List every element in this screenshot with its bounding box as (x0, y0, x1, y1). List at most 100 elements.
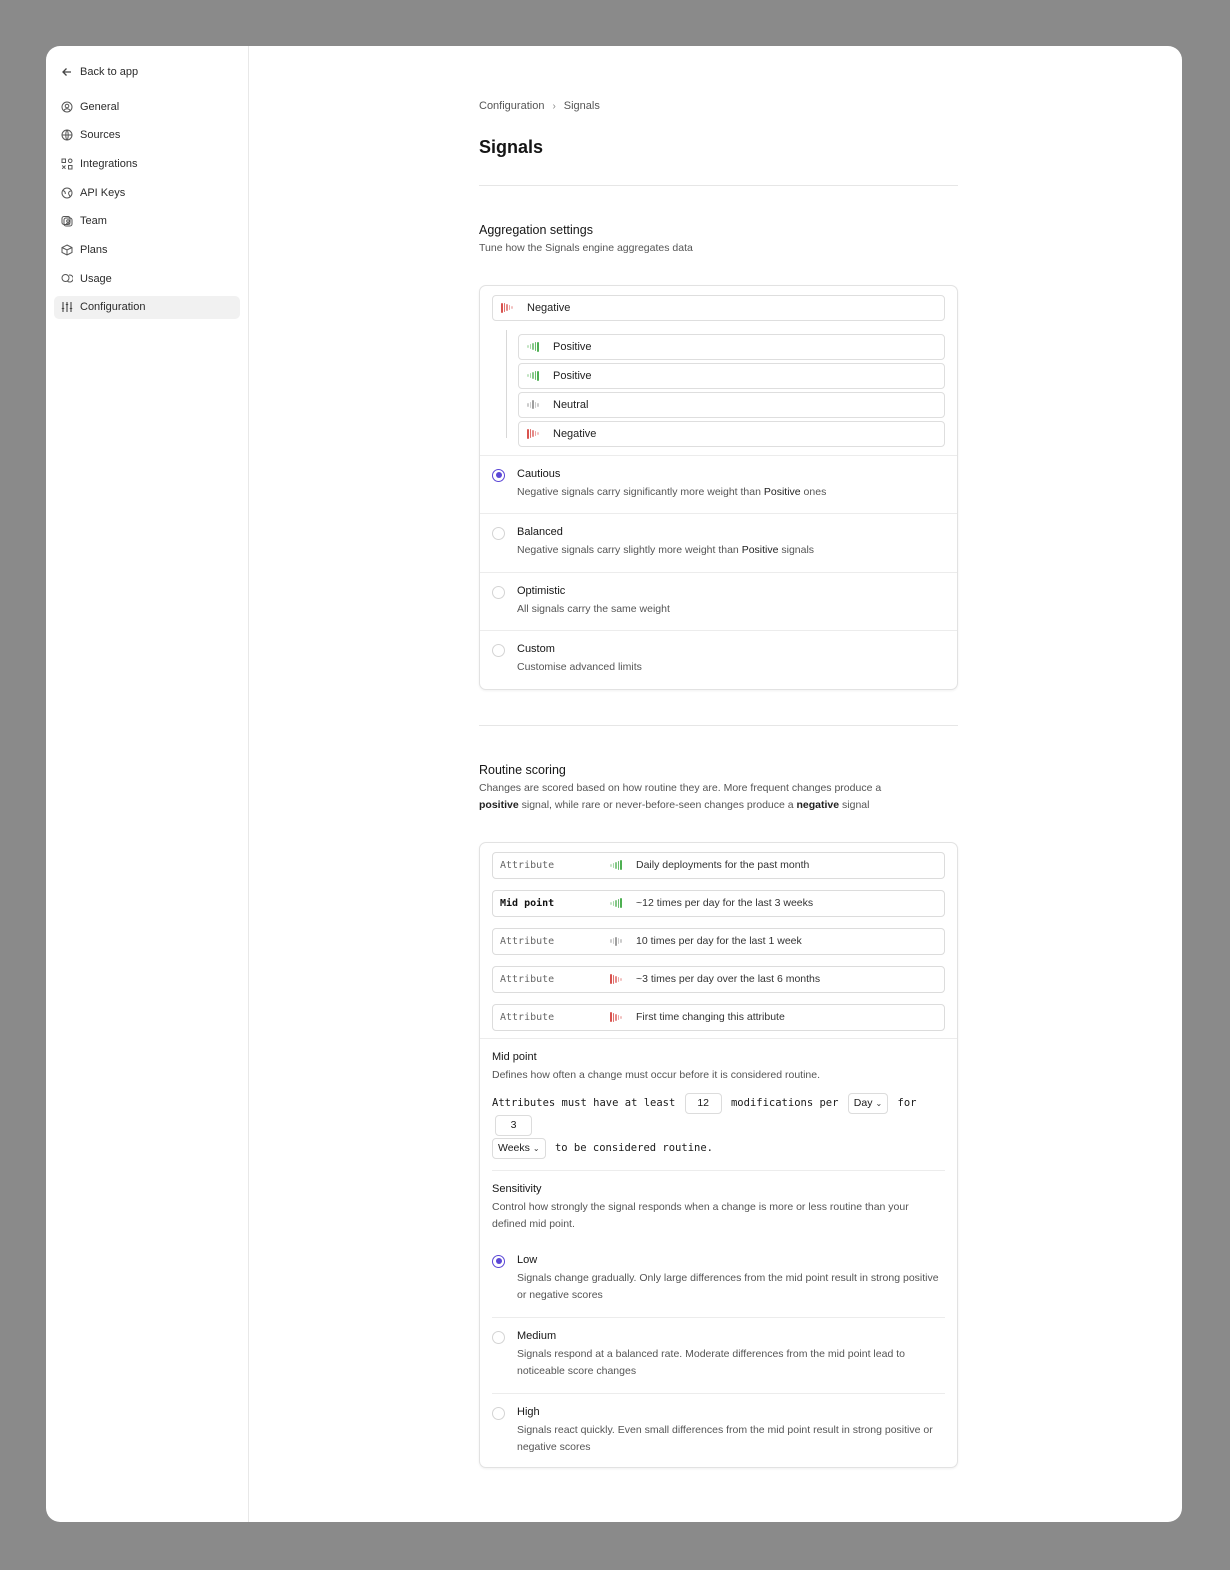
option-description: Negative signals carry slightly more wei… (517, 544, 815, 556)
attribute-text: ~12 times per day for the last 3 weeks (636, 897, 814, 909)
breadcrumb: Configuration › Signals (479, 98, 958, 114)
negative-signal-icon (610, 1012, 626, 1022)
routine-card: Attribute Daily deployments for the past… (479, 841, 958, 1468)
breadcrumb-parent-link[interactable]: Configuration (479, 100, 544, 112)
attribute-name: Mid point (500, 897, 555, 909)
sentence-text: to be considered routine. (554, 1142, 713, 1154)
aggregation-card: Negative Positive Positive Neutral Negat… (479, 284, 958, 690)
attribute-name: Attribute (500, 973, 555, 985)
sidebar-item-configuration[interactable]: Configuration (54, 295, 240, 319)
sensitivity-title: Sensitivity (492, 1182, 542, 1195)
option-balanced[interactable]: Balanced Negative signals carry slightly… (480, 514, 957, 573)
positive-signal-icon (610, 898, 626, 908)
sidebar-item-label: Plans (80, 243, 108, 256)
section-title: Routine scoring (479, 762, 566, 777)
option-label: Balanced (517, 526, 563, 538)
api-globe-icon (60, 186, 74, 200)
section-description: Changes are scored based on how routine … (479, 781, 882, 812)
coins-icon (60, 272, 74, 286)
radio-button[interactable] (492, 1330, 505, 1344)
negative-signal-icon (527, 428, 543, 439)
chevron-down-icon: ⌄ (532, 1143, 540, 1153)
sidebar-item-general[interactable]: General (54, 95, 240, 118)
attribute-name: Attribute (500, 935, 555, 947)
back-to-app-link[interactable]: Back to app (54, 60, 240, 83)
midpoint-sentence: Attributes must have at least 12 modific… (492, 1092, 945, 1171)
option-optimistic[interactable]: Optimistic All signals carry the same we… (480, 573, 957, 631)
radio-button[interactable] (492, 1406, 505, 1420)
signal-child: Positive (518, 362, 945, 389)
tree-connector (506, 329, 507, 438)
option-label: Cautious (517, 467, 561, 480)
positive-signal-icon (610, 860, 626, 870)
radio-button[interactable] (492, 468, 505, 482)
sensitivity-settings: Sensitivity Control how strongly the sig… (480, 1171, 957, 1467)
sliders-icon (60, 300, 74, 314)
period-select[interactable]: Day ⌄ (847, 1092, 889, 1114)
sentence-text: Attributes must have at least (492, 1097, 676, 1109)
midpoint-title: Mid point (492, 1050, 537, 1063)
team-icon (60, 214, 74, 228)
option-label: Medium (517, 1329, 557, 1342)
signal-label: Neutral (553, 398, 589, 411)
back-to-app-label: Back to app (80, 65, 139, 78)
settings-content: Configuration › Signals Signals Aggregat… (479, 98, 958, 1468)
option-label: High (517, 1405, 540, 1418)
sidebar-item-label: Integrations (80, 157, 138, 170)
user-circle-icon (60, 100, 74, 114)
sidebar-item-api-keys[interactable]: API Keys (54, 181, 240, 204)
count-input[interactable]: 12 (684, 1092, 722, 1114)
option-medium[interactable]: Medium Signals respond at a balanced rat… (492, 1318, 945, 1394)
positive-signal-icon (527, 370, 543, 381)
aggregation-options: Cautious Negative signals carry signific… (480, 456, 957, 689)
sidebar-item-sources[interactable]: Sources (54, 124, 240, 147)
signal-child: Neutral (518, 391, 945, 418)
sidebar: Back to app General Sources Integrations… (46, 46, 249, 1522)
radio-button[interactable] (492, 1254, 505, 1268)
signal-child: Negative (518, 420, 945, 447)
select-value: Day (853, 1096, 873, 1109)
chevron-right-icon: › (552, 100, 556, 112)
option-label: Low (517, 1253, 538, 1266)
attribute-text: 10 times per day for the last 1 week (636, 935, 802, 947)
sidebar-item-label: Usage (80, 272, 112, 285)
attribute-list: Attribute Daily deployments for the past… (480, 843, 957, 1039)
attribute-row: Attribute 10 times per day for the last … (492, 927, 945, 955)
neutral-signal-icon (527, 400, 543, 410)
option-description: Signals react quickly. Even small differ… (517, 1423, 933, 1454)
section-title: Aggregation settings (479, 223, 593, 237)
sidebar-item-label: General (80, 100, 120, 113)
sensitivity-description: Control how strongly the signal responds… (492, 1200, 909, 1231)
sidebar-item-team[interactable]: Team (54, 210, 240, 233)
sidebar-item-usage[interactable]: Usage (54, 267, 240, 290)
option-cautious[interactable]: Cautious Negative signals carry signific… (480, 456, 957, 514)
sidebar-item-integrations[interactable]: Integrations (54, 152, 240, 175)
attribute-name: Attribute (500, 1011, 555, 1023)
sidebar-item-label: Configuration (80, 301, 146, 314)
page-title: Signals (479, 137, 544, 157)
unit-select[interactable]: Weeks ⌄ (492, 1137, 546, 1159)
duration-input[interactable]: 3 (495, 1115, 532, 1136)
positive-signal-icon (527, 341, 543, 352)
section-divider (479, 724, 958, 726)
radio-button[interactable] (492, 644, 505, 657)
option-low[interactable]: Low Signals change gradually. Only large… (492, 1242, 945, 1318)
attribute-text: Daily deployments for the past month (636, 859, 810, 871)
option-description: Customise advanced limits (517, 661, 642, 673)
attribute-row: Attribute First time changing this attri… (492, 1003, 945, 1031)
negative-signal-icon (610, 974, 626, 984)
select-value: Weeks (498, 1141, 530, 1154)
radio-button[interactable] (492, 585, 505, 599)
arrow-left-icon (60, 65, 74, 79)
option-custom[interactable]: Custom Customise advanced limits (480, 631, 957, 689)
sidebar-item-plans[interactable]: Plans (54, 238, 240, 261)
signal-child: Positive (518, 333, 945, 360)
chevron-down-icon: ⌄ (875, 1098, 883, 1108)
radio-button[interactable] (492, 527, 505, 540)
option-high[interactable]: High Signals react quickly. Even small d… (492, 1394, 945, 1467)
attribute-row: Mid point ~12 times per day for the last… (492, 889, 945, 917)
section-description: Tune how the Signals engine aggregates d… (479, 242, 693, 254)
signal-label: Negative (527, 301, 571, 314)
midpoint-settings: Mid point Defines how often a change mus… (480, 1039, 957, 1171)
option-label: Optimistic (517, 584, 566, 597)
